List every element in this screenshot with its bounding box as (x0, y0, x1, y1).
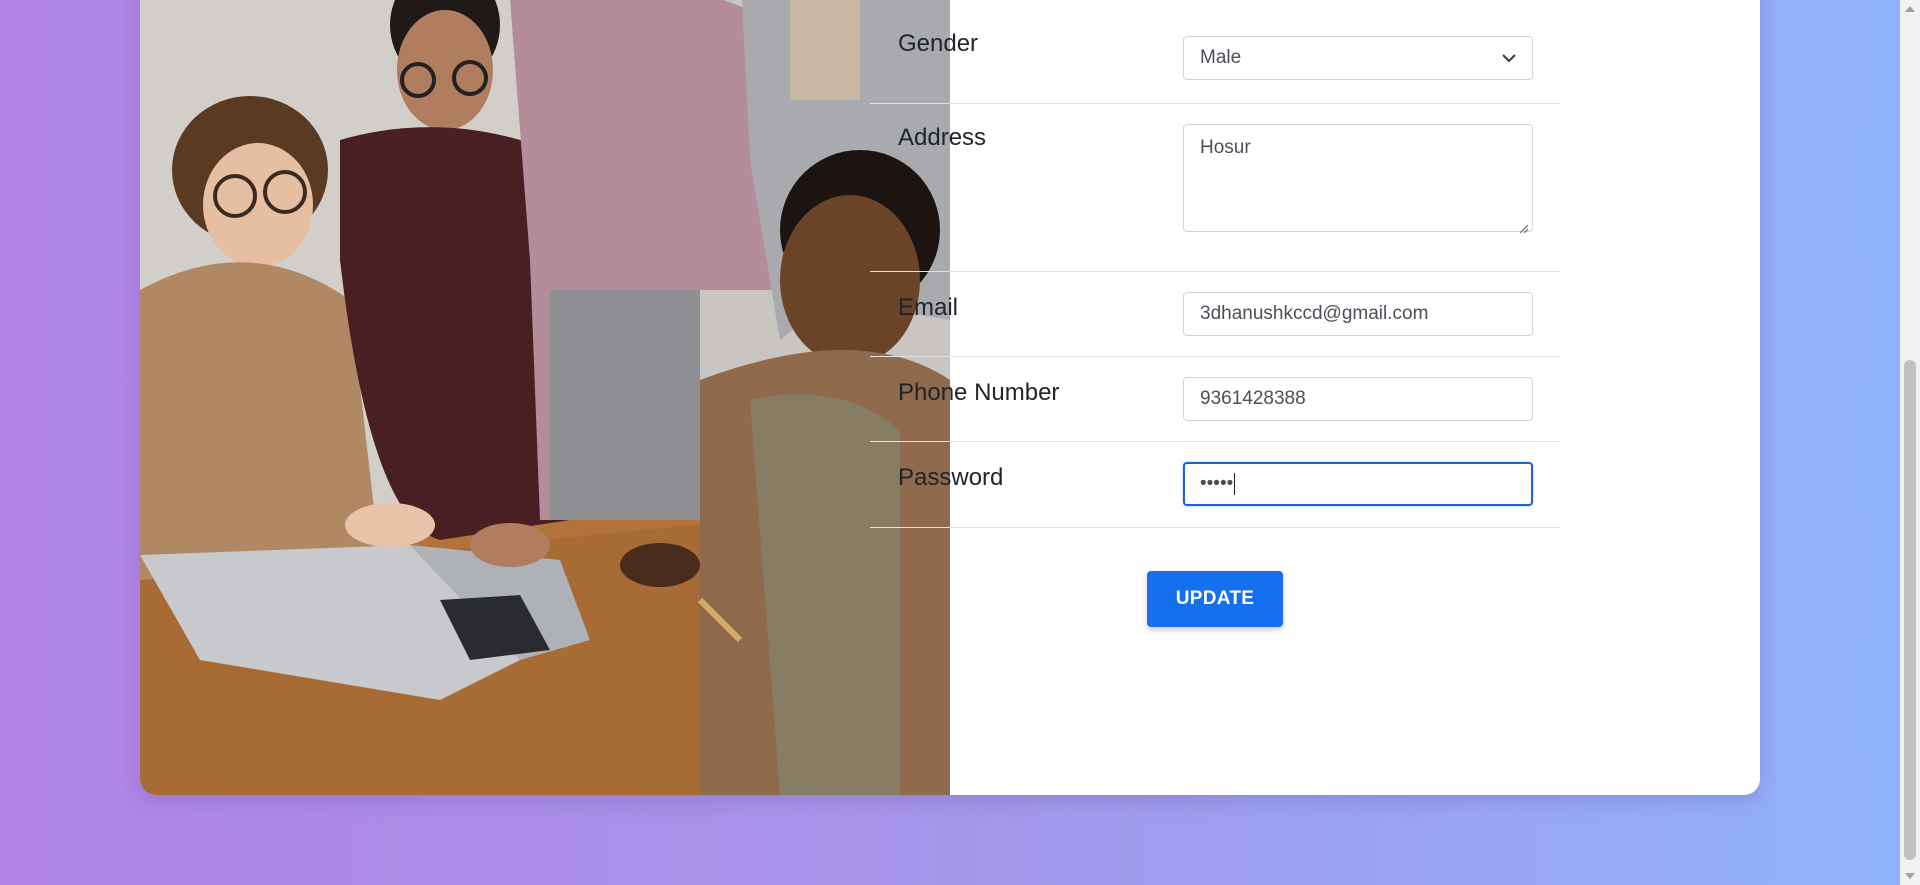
address-row: Address Hosur (870, 104, 1560, 272)
email-row: Email 3dhanushkccd@gmail.com (870, 272, 1560, 357)
page-scrollbar[interactable] (1900, 0, 1920, 885)
gender-select-value: Male (1200, 47, 1242, 68)
profile-form: Gender Male Address Hosur Email 3dhanush… (870, 30, 1560, 528)
password-row: Password ••••• (870, 442, 1560, 528)
password-label: Password (898, 464, 1004, 491)
text-caret (1234, 473, 1236, 495)
address-label: Address (898, 124, 987, 151)
password-value: ••••• (1200, 473, 1234, 494)
address-value: Hosur (1200, 137, 1251, 158)
gender-label: Gender (898, 30, 979, 57)
gender-row: Gender Male (870, 30, 1560, 104)
address-textarea[interactable]: Hosur (1183, 124, 1533, 234)
scroll-up-arrow-icon[interactable] (1905, 6, 1915, 12)
email-value: 3dhanushkccd@gmail.com (1200, 303, 1429, 324)
resize-grip-icon[interactable] (1519, 218, 1529, 234)
scroll-thumb[interactable] (1904, 360, 1916, 860)
email-input[interactable]: 3dhanushkccd@gmail.com (1183, 292, 1533, 336)
chevron-down-icon (1502, 47, 1516, 69)
password-input[interactable]: ••••• (1183, 462, 1533, 506)
gender-select[interactable]: Male (1183, 36, 1533, 80)
email-label: Email (898, 294, 959, 321)
phone-row: Phone Number 9361428388 (870, 357, 1560, 442)
phone-label: Phone Number (898, 379, 1060, 406)
phone-input[interactable]: 9361428388 (1183, 377, 1533, 421)
update-button[interactable]: UPDATE (1147, 571, 1283, 627)
team-photo (140, 0, 950, 795)
phone-value: 9361428388 (1200, 388, 1306, 409)
scroll-down-arrow-icon[interactable] (1905, 873, 1915, 879)
